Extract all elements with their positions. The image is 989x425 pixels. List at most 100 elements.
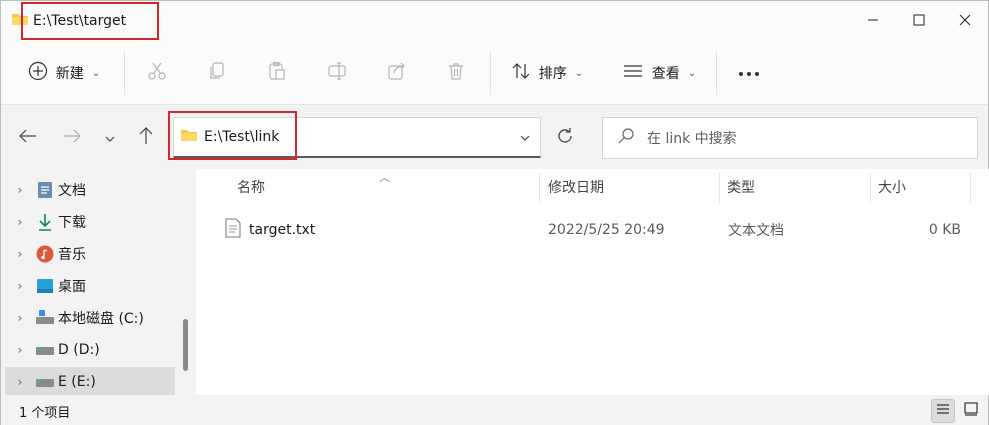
music-icon xyxy=(35,244,55,264)
up-button[interactable] xyxy=(131,123,161,153)
item-count: 1 个项目 xyxy=(19,406,71,421)
arrow-left-icon xyxy=(19,129,37,147)
drive-icon xyxy=(35,308,55,328)
navigation-pane: › 文档 › 下载 › 音乐 › 桌面 › 本地磁盘 (C:) › D (D:)… xyxy=(1,169,196,397)
nav-scrollbar[interactable] xyxy=(179,173,191,391)
paste-button[interactable] xyxy=(261,55,293,91)
column-divider[interactable] xyxy=(539,173,540,203)
column-header-label: 名称 xyxy=(237,180,265,196)
drive-icon xyxy=(35,372,55,392)
documents-icon xyxy=(35,180,55,200)
chevron-right-icon[interactable]: › xyxy=(5,215,35,229)
delete-button[interactable] xyxy=(440,55,472,91)
chevron-right-icon[interactable]: › xyxy=(5,183,35,197)
sort-label: 排序 xyxy=(538,66,567,82)
share-icon xyxy=(387,61,407,85)
search-box[interactable]: 在 link 中搜索 xyxy=(602,117,978,159)
new-label: 新建 xyxy=(55,66,84,82)
file-row[interactable]: target.txt 2022/5/25 20:49 文本文档 0 KB xyxy=(197,213,989,247)
clipboard-icon xyxy=(267,61,287,85)
address-row: E:\Test\link 在 link 中搜索 xyxy=(1,105,988,169)
cut-button[interactable] xyxy=(141,55,173,91)
title-bar: E:\Test\target xyxy=(1,1,988,41)
file-type: 文本文档 xyxy=(728,223,784,239)
chevron-right-icon[interactable]: › xyxy=(5,311,35,325)
chevron-down-icon: ⌄ xyxy=(574,67,584,79)
column-divider[interactable] xyxy=(970,173,971,203)
nav-item-downloads[interactable]: › 下载 xyxy=(5,207,175,237)
back-button[interactable] xyxy=(13,123,43,153)
list-view-icon xyxy=(622,61,644,85)
column-divider[interactable] xyxy=(719,173,720,203)
column-header-type[interactable]: 类型 xyxy=(727,169,867,205)
sort-icon xyxy=(511,61,531,85)
toolbar-divider xyxy=(490,51,491,95)
refresh-button[interactable] xyxy=(549,123,581,153)
sort-button[interactable]: 排序 ⌄ xyxy=(506,55,588,91)
large-icons-view-icon xyxy=(964,402,978,420)
column-header-size[interactable]: 大小 xyxy=(878,169,968,205)
command-bar: 新建 ⌄ 排序 ⌄ 查看 ⌄ xyxy=(1,41,988,105)
copy-button[interactable] xyxy=(201,55,233,91)
nav-item-documents[interactable]: › 文档 xyxy=(5,175,175,205)
status-bar: 1 个项目 xyxy=(1,395,988,425)
view-label: 查看 xyxy=(651,66,680,82)
file-modified: 2022/5/25 20:49 xyxy=(548,222,665,238)
file-size: 0 KB xyxy=(928,222,961,238)
nav-item-drive-d[interactable]: › D (D:) xyxy=(5,335,175,365)
text-file-icon xyxy=(225,218,241,242)
chevron-down-icon xyxy=(105,130,115,146)
file-name: target.txt xyxy=(249,222,316,238)
chevron-right-icon[interactable]: › xyxy=(5,247,35,261)
refresh-icon xyxy=(556,127,574,149)
forward-button[interactable] xyxy=(57,123,87,153)
rename-button[interactable] xyxy=(321,55,353,91)
view-button[interactable]: 查看 ⌄ xyxy=(617,55,701,91)
drive-icon xyxy=(35,340,55,360)
minimize-button[interactable] xyxy=(850,1,896,39)
title-highlight-box xyxy=(21,2,159,40)
nav-item-desktop[interactable]: › 桌面 xyxy=(5,271,175,301)
chevron-down-icon[interactable] xyxy=(520,129,530,145)
rename-icon xyxy=(327,61,347,85)
search-icon xyxy=(617,127,635,149)
address-highlight-box xyxy=(168,111,297,160)
nav-item-label: 文档 xyxy=(58,183,86,199)
nav-item-label: D (D:) xyxy=(58,342,100,358)
chevron-right-icon[interactable]: › xyxy=(5,375,35,389)
nav-item-drive-c[interactable]: › 本地磁盘 (C:) xyxy=(5,303,175,333)
details-view-icon xyxy=(936,403,950,419)
share-button[interactable] xyxy=(381,55,413,91)
details-view-button[interactable] xyxy=(931,399,955,423)
copy-icon xyxy=(207,61,227,85)
column-header-label: 修改日期 xyxy=(548,180,604,196)
chevron-down-icon: ⌄ xyxy=(91,67,101,79)
nav-item-label: 本地磁盘 (C:) xyxy=(58,311,144,327)
chevron-right-icon[interactable]: › xyxy=(5,343,35,357)
nav-item-label: 下载 xyxy=(58,215,86,231)
nav-item-music[interactable]: › 音乐 xyxy=(5,239,175,269)
file-explorer-window: E:\Test\target 新建 ⌄ 排序 ⌄ 查看 ⌄ E:\Test\li… xyxy=(0,0,989,425)
nav-item-label: E (E:) xyxy=(58,374,96,390)
scrollbar-thumb[interactable] xyxy=(183,319,188,371)
arrow-up-icon xyxy=(139,127,153,149)
download-icon xyxy=(35,212,55,232)
toolbar-divider xyxy=(124,51,125,95)
search-placeholder: 在 link 中搜索 xyxy=(647,131,737,147)
more-options-button[interactable] xyxy=(733,55,765,91)
maximize-button[interactable] xyxy=(896,1,942,39)
nav-item-drive-e[interactable]: › E (E:) xyxy=(5,367,175,397)
trash-icon xyxy=(446,61,466,85)
recent-locations-button[interactable] xyxy=(95,123,125,153)
new-button[interactable]: 新建 ⌄ xyxy=(21,55,107,91)
column-header-name[interactable]: 名称 xyxy=(237,169,537,205)
column-divider[interactable] xyxy=(870,173,871,203)
file-list: ︿ 名称 修改日期 类型 大小 target.txt 2022/5/25 20:… xyxy=(197,169,989,395)
file-name-cell: target.txt xyxy=(225,213,525,247)
close-button[interactable] xyxy=(942,1,988,39)
plus-circle-icon xyxy=(28,61,48,85)
chevron-right-icon[interactable]: › xyxy=(5,279,35,293)
nav-item-label: 桌面 xyxy=(58,279,86,295)
large-icons-view-button[interactable] xyxy=(959,399,983,423)
column-header-modified[interactable]: 修改日期 xyxy=(548,169,718,205)
